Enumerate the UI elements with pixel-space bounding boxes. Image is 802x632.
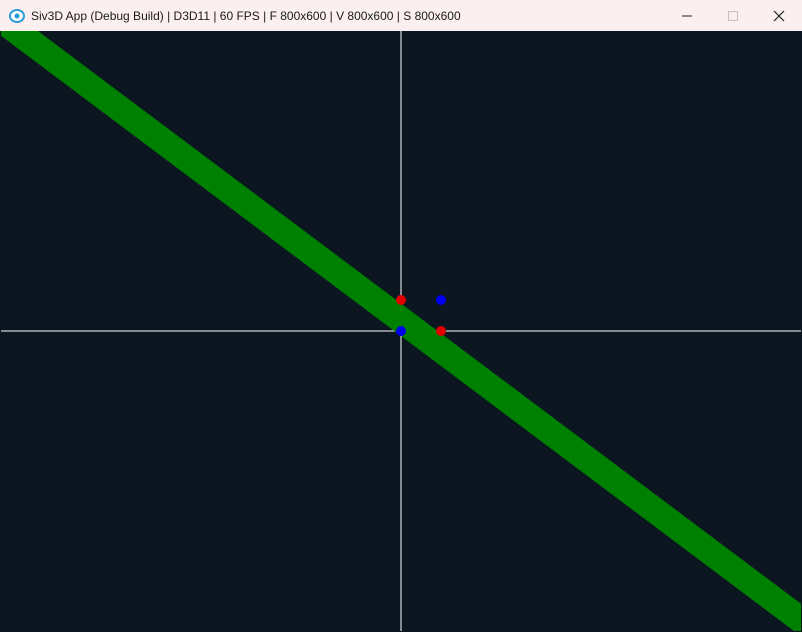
app-window: Siv3D App (Debug Build) | D3D11 | 60 FPS… <box>0 0 802 632</box>
render-canvas[interactable] <box>1 31 801 631</box>
maximize-button[interactable] <box>710 0 756 31</box>
window-controls <box>664 0 802 31</box>
siv3d-app-icon <box>9 8 25 24</box>
close-icon <box>773 10 785 21</box>
blue-point <box>436 295 446 305</box>
window-title: Siv3D App (Debug Build) | D3D11 | 60 FPS… <box>31 8 461 23</box>
title-bar[interactable]: Siv3D App (Debug Build) | D3D11 | 60 FPS… <box>0 0 802 31</box>
blue-point <box>396 326 406 336</box>
red-point <box>396 295 406 305</box>
minimize-button[interactable] <box>664 0 710 31</box>
scene-svg <box>1 31 801 631</box>
maximize-icon <box>728 10 738 21</box>
red-point <box>436 326 446 336</box>
close-button[interactable] <box>756 0 802 31</box>
minimize-icon <box>682 15 692 16</box>
